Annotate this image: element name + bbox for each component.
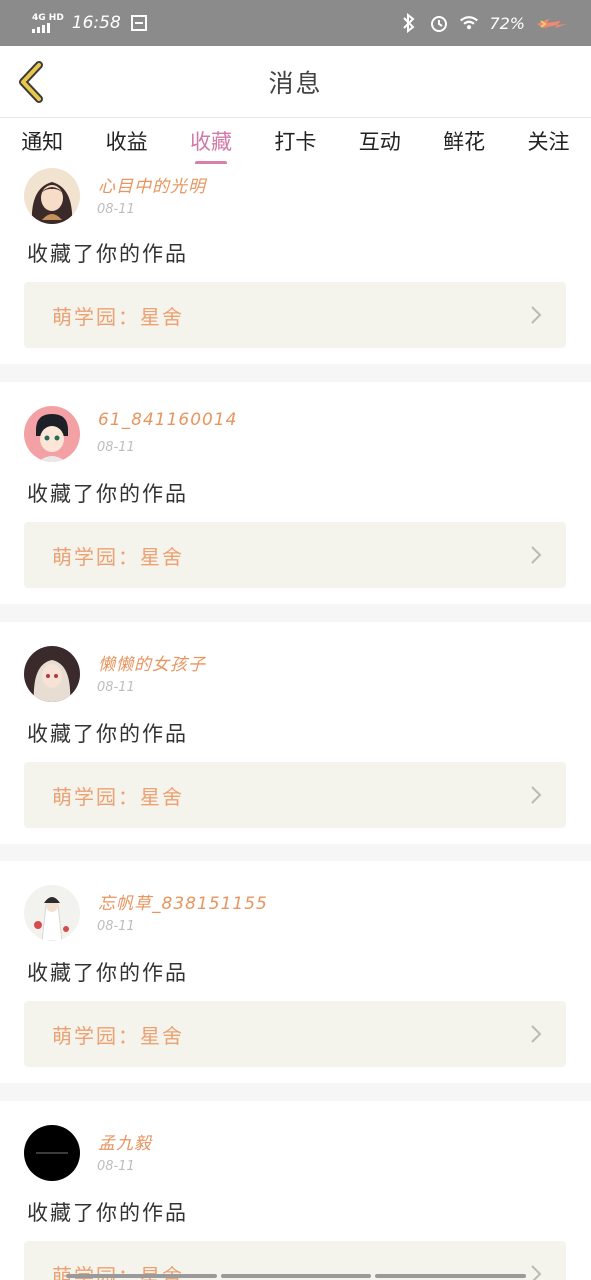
page-header: 消息 [0, 46, 591, 118]
tab-earnings[interactable]: 收益 [84, 126, 168, 164]
avatar[interactable] [24, 646, 80, 702]
tab-checkin[interactable]: 打卡 [253, 126, 337, 164]
avatar[interactable] [24, 885, 80, 941]
cellular-signal-icon: 4G HD [32, 12, 64, 33]
work-link[interactable]: 萌学园：星舍 [24, 522, 566, 588]
tab-notifications[interactable]: 通知 [0, 126, 84, 164]
tab-flowers[interactable]: 鲜花 [422, 126, 506, 164]
chevron-right-icon [531, 786, 542, 804]
notification-icon [129, 13, 149, 33]
username[interactable]: 61_841160014 [98, 410, 237, 430]
message-list[interactable]: 心目中的光明 08-11 收藏了你的作品 萌学园：星舍 61_841160014… [0, 164, 591, 1280]
tab-interactions[interactable]: 互动 [338, 126, 422, 164]
username[interactable]: 孟九毅 [98, 1129, 152, 1154]
chevron-right-icon [531, 1265, 542, 1280]
message-card: 心目中的光明 08-11 收藏了你的作品 萌学园：星舍 [0, 164, 591, 364]
back-button[interactable] [14, 60, 50, 104]
avatar[interactable] [24, 1125, 80, 1181]
action-text: 收藏了你的作品 [27, 722, 188, 746]
avatar[interactable] [24, 406, 80, 462]
status-bar: 4G HD 16:58 72% [0, 0, 591, 46]
tab-favorites[interactable]: 收藏 [169, 126, 253, 165]
work-link[interactable]: 萌学园：星舍 [24, 1001, 566, 1067]
chevron-right-icon [531, 306, 542, 324]
message-card: 孟九毅 08-11 收藏了你的作品 萌学园：星舍 [0, 1101, 591, 1280]
message-card: 忘帆草_838151155 08-11 收藏了你的作品 萌学园：星舍 [0, 861, 591, 1083]
chevron-left-icon [19, 61, 43, 103]
username[interactable]: 心目中的光明 [98, 172, 206, 197]
work-link[interactable]: 萌学园：星舍 [24, 762, 566, 828]
action-text: 收藏了你的作品 [27, 1201, 188, 1225]
message-date: 08-11 [97, 919, 135, 934]
alarm-icon [429, 13, 449, 33]
chevron-right-icon [531, 1025, 542, 1043]
message-tabs: 通知 收益 收藏 打卡 互动 鲜花 关注 [0, 118, 591, 165]
bluetooth-icon [399, 13, 419, 33]
message-date: 08-11 [97, 202, 135, 217]
message-date: 08-11 [97, 440, 135, 455]
action-text: 收藏了你的作品 [27, 242, 188, 266]
message-card: 懒懒的女孩子 08-11 收藏了你的作品 萌学园：星舍 [0, 622, 591, 844]
clock-time: 16:58 [71, 13, 121, 33]
wifi-icon [459, 13, 479, 33]
chevron-right-icon [531, 546, 542, 564]
battery-icon [535, 16, 569, 30]
action-text: 收藏了你的作品 [27, 482, 188, 506]
username[interactable]: 忘帆草_838151155 [98, 889, 268, 914]
message-date: 08-11 [97, 1159, 135, 1174]
username[interactable]: 懒懒的女孩子 [98, 650, 206, 675]
action-text: 收藏了你的作品 [27, 961, 188, 985]
battery-percent: 72% [489, 13, 525, 33]
avatar[interactable] [24, 168, 80, 224]
work-title: 萌学园：星舍 [52, 1023, 184, 1048]
work-title: 萌学园：星舍 [52, 304, 184, 329]
work-title: 萌学园：星舍 [52, 544, 184, 569]
gesture-bar [66, 1274, 527, 1278]
work-link[interactable]: 萌学园：星舍 [24, 282, 566, 348]
tab-follows[interactable]: 关注 [506, 126, 590, 164]
work-title: 萌学园：星舍 [52, 784, 184, 809]
page-title: 消息 [268, 68, 323, 98]
message-card: 61_841160014 08-11 收藏了你的作品 萌学园：星舍 [0, 382, 591, 604]
network-type: 4G HD [32, 12, 64, 23]
message-date: 08-11 [97, 680, 135, 695]
